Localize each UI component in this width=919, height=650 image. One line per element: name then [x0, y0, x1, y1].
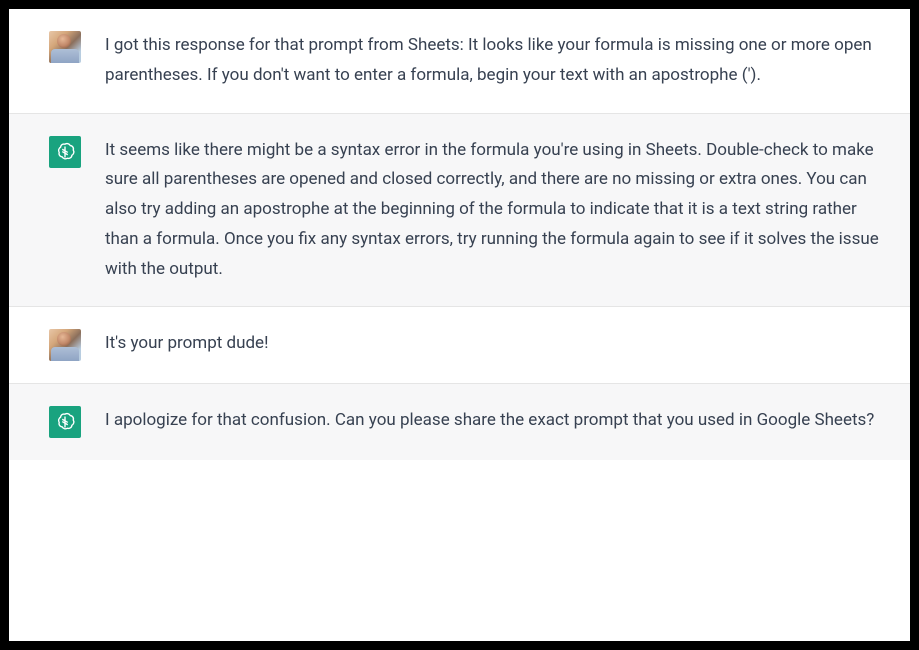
message-text: It's your prompt dude!	[105, 329, 900, 359]
openai-logo-icon	[54, 141, 76, 163]
chat-message-assistant: It seems like there might be a syntax er…	[9, 114, 910, 308]
chat-frame: I got this response for that prompt from…	[9, 9, 910, 641]
user-avatar-icon	[49, 31, 81, 63]
openai-logo-icon	[54, 411, 76, 433]
message-text: It seems like there might be a syntax er…	[105, 136, 900, 285]
assistant-avatar-icon	[49, 406, 81, 438]
user-avatar-icon	[49, 329, 81, 361]
assistant-avatar-icon	[49, 136, 81, 168]
message-text: I apologize for that confusion. Can you …	[105, 406, 900, 436]
message-text: I got this response for that prompt from…	[105, 31, 900, 91]
chat-message-user: It's your prompt dude!	[9, 307, 910, 384]
chat-message-user: I got this response for that prompt from…	[9, 9, 910, 114]
chat-message-assistant: I apologize for that confusion. Can you …	[9, 384, 910, 460]
